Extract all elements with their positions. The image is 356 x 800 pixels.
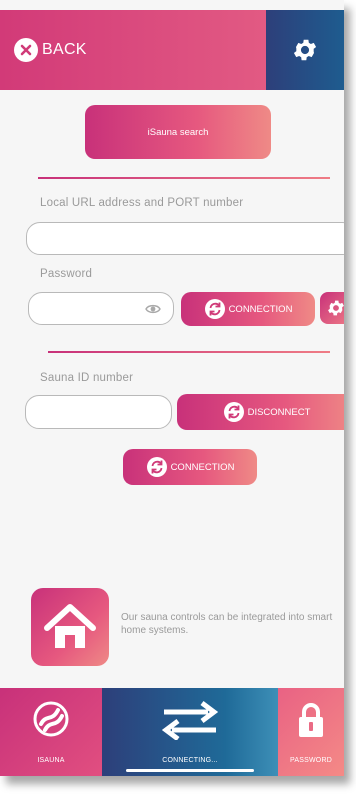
gear-icon xyxy=(328,300,344,316)
tab-isauna[interactable]: ISAUNA xyxy=(0,688,102,776)
connection-button-2[interactable]: CONNECTION xyxy=(123,449,257,485)
settings-button[interactable] xyxy=(266,10,344,90)
connection-button-label: CONNECTION xyxy=(228,303,293,315)
divider xyxy=(48,351,330,353)
swap-arrows-icon xyxy=(162,701,218,740)
connection-button[interactable]: CONNECTION xyxy=(181,292,315,326)
isauna-search-button[interactable]: iSauna search xyxy=(85,105,271,159)
tab-connecting[interactable]: CONNECTING... xyxy=(102,688,278,776)
back-button[interactable]: BACK xyxy=(14,38,87,62)
disconnect-button[interactable]: DISCONNECT xyxy=(177,394,344,430)
lock-icon xyxy=(299,703,323,737)
connection-settings-button[interactable] xyxy=(320,292,344,324)
tab-password-label: PASSWORD xyxy=(290,757,332,764)
password-label: Password xyxy=(40,268,93,280)
url-input[interactable] xyxy=(26,222,344,255)
isauna-logo-icon xyxy=(33,701,69,737)
bottom-tab-bar: ISAUNA CONNECTING... PASSWORD xyxy=(0,688,344,776)
disconnect-button-label: DISCONNECT xyxy=(247,406,311,418)
tab-connecting-label: CONNECTING... xyxy=(162,757,218,764)
tab-isauna-label: ISAUNA xyxy=(37,757,65,764)
smart-home-text: Our sauna controls can be integrated int… xyxy=(121,612,333,636)
refresh-icon xyxy=(146,457,167,477)
divider xyxy=(38,177,330,179)
smart-home-button[interactable] xyxy=(31,588,109,666)
isauna-search-label: iSauna search xyxy=(147,126,209,138)
password-input[interactable] xyxy=(28,292,174,325)
header-bar: BACK xyxy=(0,10,266,90)
connection-button-2-label: CONNECTION xyxy=(170,461,235,473)
refresh-icon xyxy=(204,299,225,319)
refresh-icon xyxy=(223,402,244,422)
gear-icon xyxy=(293,39,317,61)
app-screen: BACK iSauna search Local URL address and… xyxy=(0,0,344,776)
back-label: BACK xyxy=(42,41,87,58)
sauna-id-label: Sauna ID number xyxy=(40,372,134,384)
sauna-id-input[interactable] xyxy=(25,395,172,429)
tab-password[interactable]: PASSWORD xyxy=(278,688,344,776)
active-tab-indicator xyxy=(126,769,254,772)
close-circle-icon xyxy=(14,38,38,62)
url-label: Local URL address and PORT number xyxy=(40,197,244,209)
house-icon xyxy=(44,604,96,648)
eye-icon[interactable] xyxy=(145,303,161,315)
